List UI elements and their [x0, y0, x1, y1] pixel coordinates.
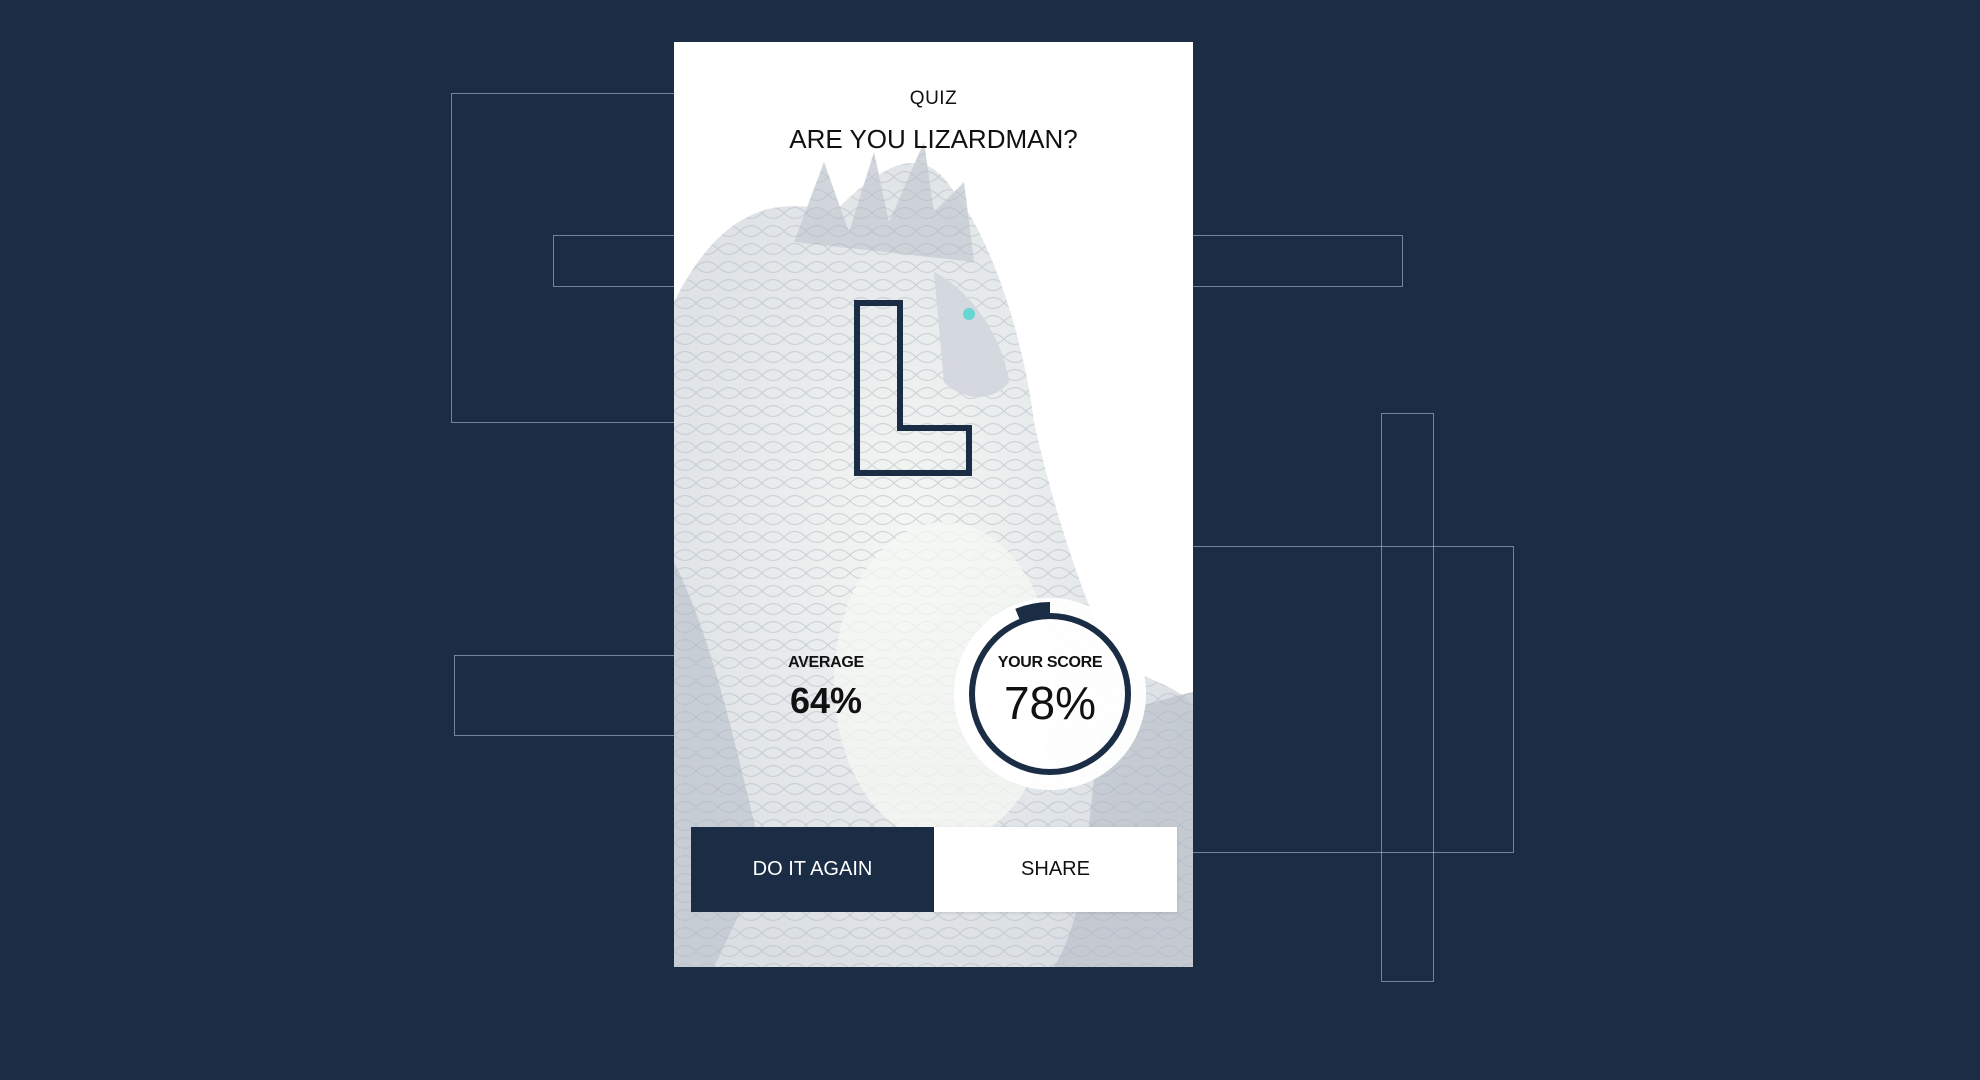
decor-frame-left-bottom: [454, 655, 682, 736]
decor-frame-right-bar: [1190, 235, 1403, 287]
quiz-label: QUIZ: [909, 88, 958, 109]
result-letter-l-outline: [854, 300, 972, 476]
score-value: 78%: [1003, 677, 1097, 729]
quiz-title: ARE YOU LIZARDMAN?: [789, 124, 1078, 154]
share-button[interactable]: SHARE: [934, 827, 1177, 912]
decor-frame-right-big: [1190, 546, 1514, 853]
average-label: AVERAGE: [788, 654, 864, 671]
score-label: YOUR SCORE: [997, 654, 1103, 671]
do-it-again-button[interactable]: DO IT AGAIN: [691, 827, 934, 912]
decor-frame-right-vertical: [1381, 413, 1434, 982]
decor-frame-left-bar: [553, 235, 683, 287]
average-value: 64%: [789, 680, 863, 721]
letter-l-stroke: [854, 300, 972, 476]
score-stat: YOUR SCORE 78%: [952, 654, 1148, 730]
average-stat: AVERAGE 64%: [766, 654, 886, 722]
quiz-result-card: QUIZ ARE YOU LIZARDMAN? AVERAGE 64% YOUR…: [674, 42, 1193, 967]
